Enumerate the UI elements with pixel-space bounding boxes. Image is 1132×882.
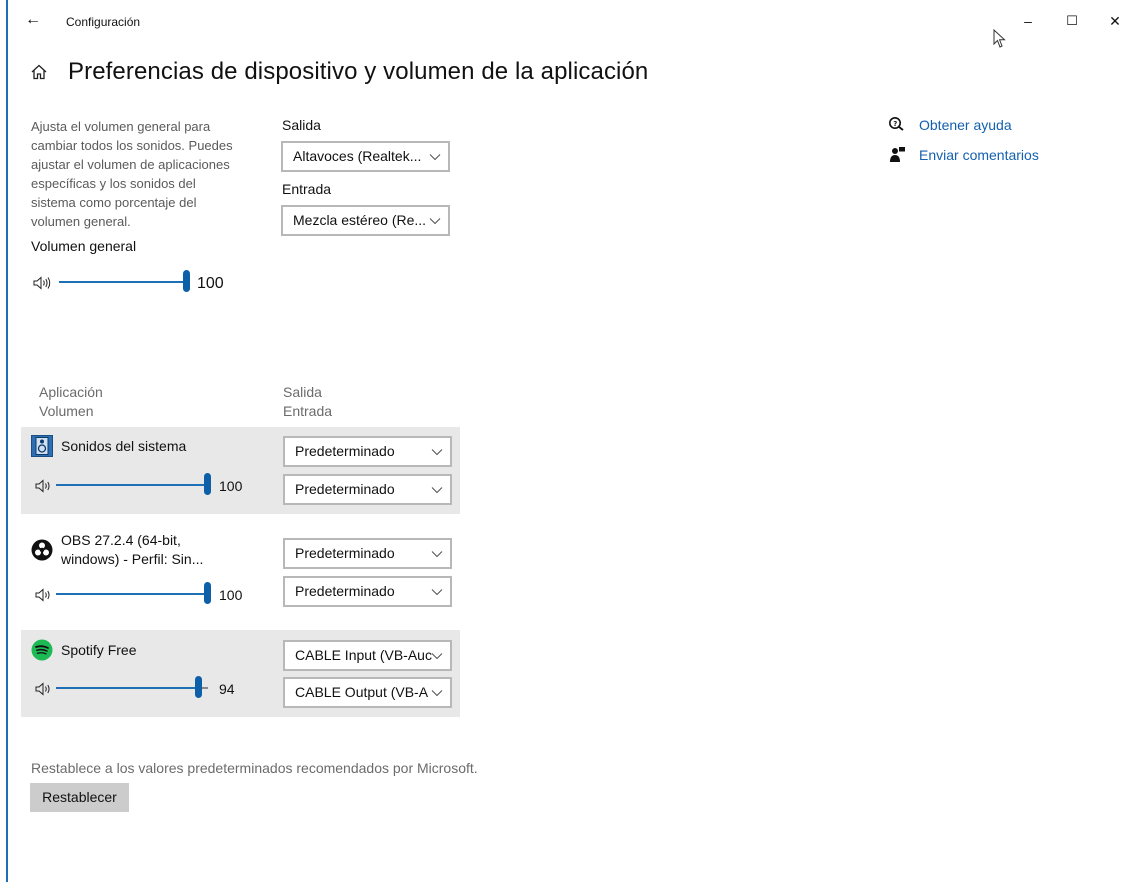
feedback-icon [890,147,905,162]
help-chat-icon: ? [889,117,904,131]
app-input-dropdown[interactable]: CABLE Output (VB-A [283,677,452,708]
chevron-down-icon [431,690,443,697]
back-button[interactable]: ← [22,8,44,32]
column-header-input: Entrada [283,403,333,419]
minimize-button[interactable]: – [1005,6,1051,36]
close-button[interactable]: ✕ [1092,6,1132,36]
app-input-dropdown[interactable]: Predeterminado [283,576,452,607]
master-volume-description: Ajusta el volumen general para cambiar t… [31,119,233,229]
chevron-down-icon [431,487,443,494]
input-device-dropdown[interactable]: Mezcla estéreo (Re... [281,205,450,236]
app-name: Sonidos del sistema [61,438,187,454]
input-label: Entrada [282,181,332,197]
chevron-down-icon [431,551,443,558]
master-volume-value: 100 [197,275,224,292]
obs-icon [31,539,53,561]
reset-button[interactable]: Restablecer [30,783,129,812]
app-volume-value: 100 [219,478,243,494]
maximize-button[interactable]: ☐ [1049,6,1095,36]
chevron-down-icon [431,589,443,596]
column-header-app: Aplicación [39,384,103,400]
app-volume-track[interactable] [56,687,198,689]
speaker-icon [35,682,50,696]
app-volume-value: 94 [219,681,235,697]
home-icon[interactable] [30,63,48,81]
reset-description: Restablece a los valores predeterminados… [31,760,478,776]
app-volume-track[interactable] [56,593,208,595]
speaker-icon [35,588,50,602]
output-label: Salida [282,117,321,133]
app-volume-thumb[interactable] [195,676,202,698]
page-title: Preferencias de dispositivo y volumen de… [68,58,649,85]
app-name-line1: OBS 27.2.4 (64-bit, [61,532,181,548]
app-output-dropdown[interactable]: CABLE Input (VB-Auc [283,640,452,671]
app-name-line2: windows) - Perfil: Sin... [61,551,204,567]
speaker-icon [35,479,50,493]
app-output-dropdown[interactable]: Predeterminado [283,436,452,467]
get-help-link[interactable]: Obtener ayuda [919,117,1012,133]
chevron-down-icon [431,449,443,456]
column-header-volume: Volumen [39,403,94,419]
send-feedback-link[interactable]: Enviar comentarios [919,147,1039,163]
master-volume-label: Volumen general [31,238,137,254]
output-device-dropdown[interactable]: Altavoces (Realtek... [281,141,450,172]
master-volume-track[interactable] [59,281,187,283]
chevron-down-icon [429,154,441,161]
app-input-dropdown[interactable]: Predeterminado [283,474,452,505]
app-output-dropdown[interactable]: Predeterminado [283,538,452,569]
spotify-icon [31,639,53,661]
svg-text:?: ? [893,120,897,128]
app-volume-track[interactable] [56,484,208,486]
column-header-output: Salida [283,384,322,400]
chevron-down-icon [431,653,443,660]
app-volume-thumb[interactable] [204,582,211,604]
app-volume-thumb[interactable] [204,473,211,495]
master-volume-thumb[interactable] [183,270,190,292]
chevron-down-icon [429,218,441,225]
mouse-cursor-icon [993,29,1006,48]
app-volume-value: 100 [219,587,243,603]
window-title: Configuración [66,15,141,29]
speaker-icon [33,276,51,290]
app-name: Spotify Free [61,642,137,658]
system-sounds-icon [31,435,53,457]
window-left-border [6,0,8,882]
